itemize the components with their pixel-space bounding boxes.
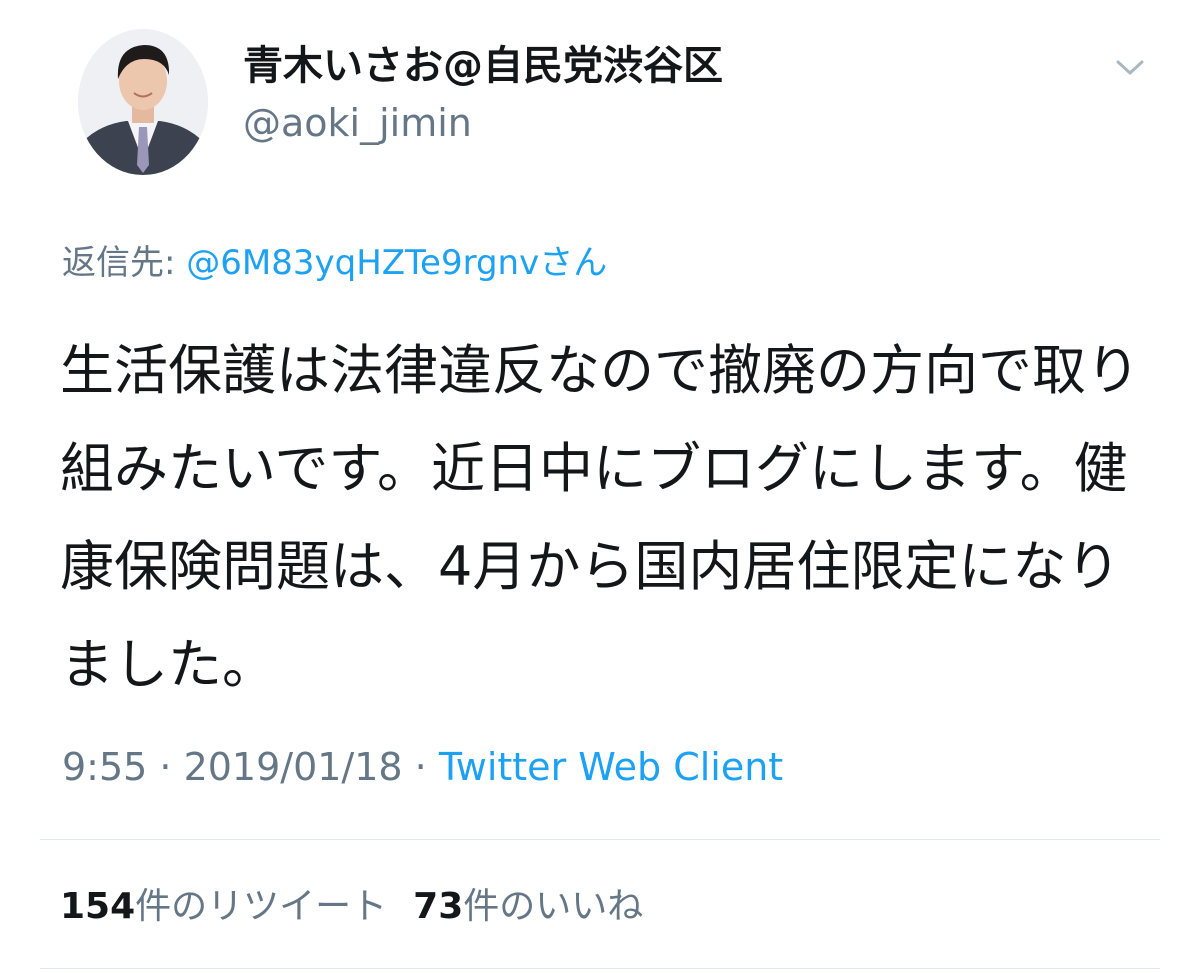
person-avatar-icon	[78, 29, 208, 175]
likes-stat[interactable]: 73件のいいね	[413, 880, 643, 934]
divider	[40, 839, 1160, 840]
reply-handle-link[interactable]: @6M83yqHZTe9rgnvさん	[186, 243, 607, 283]
retweets-label: 件のリツイート	[135, 886, 388, 927]
author-screen-name[interactable]: @aoki_jimin	[243, 98, 472, 148]
tweet-timestamp[interactable]: 9:55 · 2019/01/18 ·	[62, 745, 439, 789]
tweet-detail: 青木いさお@自民党渋谷区 @aoki_jimin 返信先: @6M83yqHZT…	[0, 0, 1200, 973]
likes-count: 73	[413, 886, 464, 927]
divider	[40, 968, 1160, 969]
tweet-stats: 154件のリツイート 73件のいいね	[60, 880, 669, 934]
retweets-stat[interactable]: 154件のリツイート	[60, 880, 387, 934]
tweet-metadata: 9:55 · 2019/01/18 · Twitter Web Client	[62, 742, 783, 792]
likes-label: 件のいいね	[463, 886, 644, 927]
chevron-down-icon	[1116, 60, 1144, 75]
reply-prefix: 返信先:	[62, 243, 187, 283]
avatar[interactable]	[78, 29, 208, 175]
retweets-count: 154	[60, 886, 136, 927]
author-display-name[interactable]: 青木いさお@自民党渋谷区	[243, 38, 723, 94]
tweet-text: 生活保護は法律違反なので撤廃の方向で取り組みたいです。近日中にブログにします。健…	[60, 339, 1140, 696]
tweet-source-link[interactable]: Twitter Web Client	[439, 745, 783, 789]
reply-context: 返信先: @6M83yqHZTe9rgnvさん	[62, 236, 607, 290]
more-options-button[interactable]	[1112, 52, 1148, 82]
